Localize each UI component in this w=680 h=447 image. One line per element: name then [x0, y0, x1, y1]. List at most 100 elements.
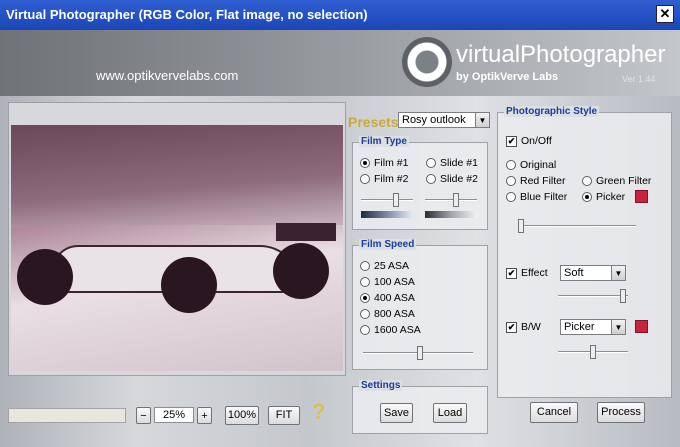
- preview-frame: [8, 102, 346, 376]
- radio-label: Film #2: [374, 173, 409, 185]
- radio-icon[interactable]: [506, 176, 516, 186]
- filter-picker[interactable]: Picker: [582, 191, 625, 203]
- checkbox-label: Effect: [521, 267, 548, 279]
- effect-slider[interactable]: [558, 289, 628, 303]
- film-type-slide1[interactable]: Slide #1: [426, 157, 478, 169]
- film-speed-25[interactable]: 25 ASA: [360, 260, 409, 272]
- logo-subtitle: by OptikVerve Labs: [456, 71, 559, 83]
- save-button[interactable]: Save: [380, 403, 413, 423]
- chevron-down-icon[interactable]: ▼: [611, 266, 625, 280]
- radio-icon[interactable]: [582, 192, 592, 202]
- radio-label: 25 ASA: [374, 260, 410, 272]
- zoom-out-button[interactable]: −: [136, 407, 151, 424]
- radio-icon[interactable]: [360, 293, 370, 303]
- slider-thumb[interactable]: [590, 345, 596, 359]
- bw-dropdown[interactable]: Picker ▼: [560, 319, 626, 335]
- film-speed-slider[interactable]: [363, 346, 473, 360]
- filter-red[interactable]: Red Filter: [506, 175, 566, 187]
- radio-label: Picker: [596, 191, 626, 203]
- version-label: Ver 1.44: [622, 74, 656, 84]
- effect-toggle[interactable]: ✔ Effect: [506, 267, 548, 279]
- film-slider[interactable]: [361, 193, 413, 207]
- radio-label: Blue Filter: [520, 191, 568, 203]
- film-speed-1600[interactable]: 1600 ASA: [360, 324, 421, 336]
- film-speed-400[interactable]: 400 ASA: [360, 292, 415, 304]
- zoom-100-button[interactable]: 100%: [225, 406, 259, 425]
- film-speed-100[interactable]: 100 ASA: [360, 276, 415, 288]
- process-button[interactable]: Process: [597, 402, 645, 423]
- track-background: [11, 125, 343, 225]
- logo-aperture-icon: [402, 37, 452, 87]
- chevron-down-icon[interactable]: ▼: [611, 320, 625, 334]
- radio-icon[interactable]: [360, 261, 370, 271]
- radio-icon[interactable]: [582, 176, 592, 186]
- logo-title: virtualPhotographer: [456, 41, 666, 68]
- virtual-photographer-window: Virtual Photographer (RGB Color, Flat im…: [0, 0, 680, 447]
- car-rear-wheel: [273, 243, 329, 299]
- help-icon[interactable]: ?: [312, 399, 325, 425]
- film-type-film1[interactable]: Film #1: [360, 157, 408, 169]
- radio-label: Slide #1: [440, 157, 478, 169]
- slider-thumb[interactable]: [453, 193, 459, 207]
- bw-toggle[interactable]: ✔ B/W: [506, 321, 541, 333]
- car-front-wheel: [17, 249, 73, 305]
- settings-group: Settings Save Load: [352, 380, 488, 434]
- bw-slider[interactable]: [558, 345, 628, 359]
- bw-selected: Picker: [564, 321, 595, 333]
- radio-icon[interactable]: [360, 277, 370, 287]
- title-bar[interactable]: Virtual Photographer (RGB Color, Flat im…: [0, 0, 680, 30]
- slider-thumb[interactable]: [518, 219, 524, 233]
- bw-color-swatch[interactable]: [635, 320, 648, 333]
- window-title: Virtual Photographer (RGB Color, Flat im…: [6, 7, 368, 22]
- film-speed-800[interactable]: 800 ASA: [360, 308, 415, 320]
- film-type-slide2[interactable]: Slide #2: [426, 173, 478, 185]
- car-middle-wheel: [161, 257, 217, 313]
- presets-label: Presets: [348, 114, 399, 130]
- presets-dropdown[interactable]: Rosy outlook ▼: [398, 112, 490, 128]
- film-speed-title: Film Speed: [359, 239, 417, 250]
- preview-image[interactable]: [11, 125, 343, 371]
- filter-original[interactable]: Original: [506, 159, 556, 171]
- checkbox-icon[interactable]: ✔: [506, 135, 517, 147]
- zoom-fit-button[interactable]: FIT: [268, 406, 300, 425]
- radio-icon[interactable]: [506, 192, 516, 202]
- radio-label: Original: [520, 159, 557, 171]
- slider-thumb[interactable]: [417, 346, 423, 360]
- radio-icon[interactable]: [360, 309, 370, 319]
- zoom-in-button[interactable]: +: [197, 407, 212, 424]
- presets-selected: Rosy outlook: [402, 114, 466, 126]
- radio-label: Slide #2: [440, 173, 478, 185]
- chevron-down-icon[interactable]: ▼: [475, 113, 489, 127]
- zoom-level: 25%: [154, 407, 194, 423]
- radio-icon[interactable]: [360, 325, 370, 335]
- style-onoff[interactable]: ✔ On/Off: [506, 135, 552, 147]
- checkbox-icon[interactable]: ✔: [506, 267, 517, 279]
- progress-bar: [8, 408, 126, 423]
- radio-icon[interactable]: [506, 160, 516, 170]
- effect-dropdown[interactable]: Soft ▼: [560, 265, 626, 281]
- effect-selected: Soft: [564, 267, 584, 279]
- photographic-style-title: Photographic Style: [504, 106, 600, 117]
- slide-tone-gradient: [425, 211, 477, 218]
- slider-thumb[interactable]: [393, 193, 399, 207]
- filter-strength-slider[interactable]: [518, 219, 636, 233]
- film-type-film2[interactable]: Film #2: [360, 173, 408, 185]
- radio-icon[interactable]: [426, 158, 436, 168]
- website-link[interactable]: www.optikvervelabs.com: [96, 68, 238, 83]
- radio-icon[interactable]: [360, 158, 370, 168]
- radio-icon[interactable]: [426, 174, 436, 184]
- radio-label: 400 ASA: [374, 292, 415, 304]
- picker-color-swatch[interactable]: [635, 190, 648, 203]
- filter-blue[interactable]: Blue Filter: [506, 191, 567, 203]
- load-button[interactable]: Load: [433, 403, 467, 423]
- radio-label: 1600 ASA: [374, 324, 421, 336]
- slider-thumb[interactable]: [620, 289, 626, 303]
- film-tone-gradient: [361, 211, 413, 218]
- cancel-button[interactable]: Cancel: [530, 402, 578, 423]
- radio-label: Film #1: [374, 157, 409, 169]
- checkbox-icon[interactable]: ✔: [506, 321, 517, 333]
- close-icon[interactable]: ✕: [656, 5, 674, 23]
- radio-icon[interactable]: [360, 174, 370, 184]
- filter-green[interactable]: Green Filter: [582, 175, 651, 187]
- slide-slider[interactable]: [425, 193, 477, 207]
